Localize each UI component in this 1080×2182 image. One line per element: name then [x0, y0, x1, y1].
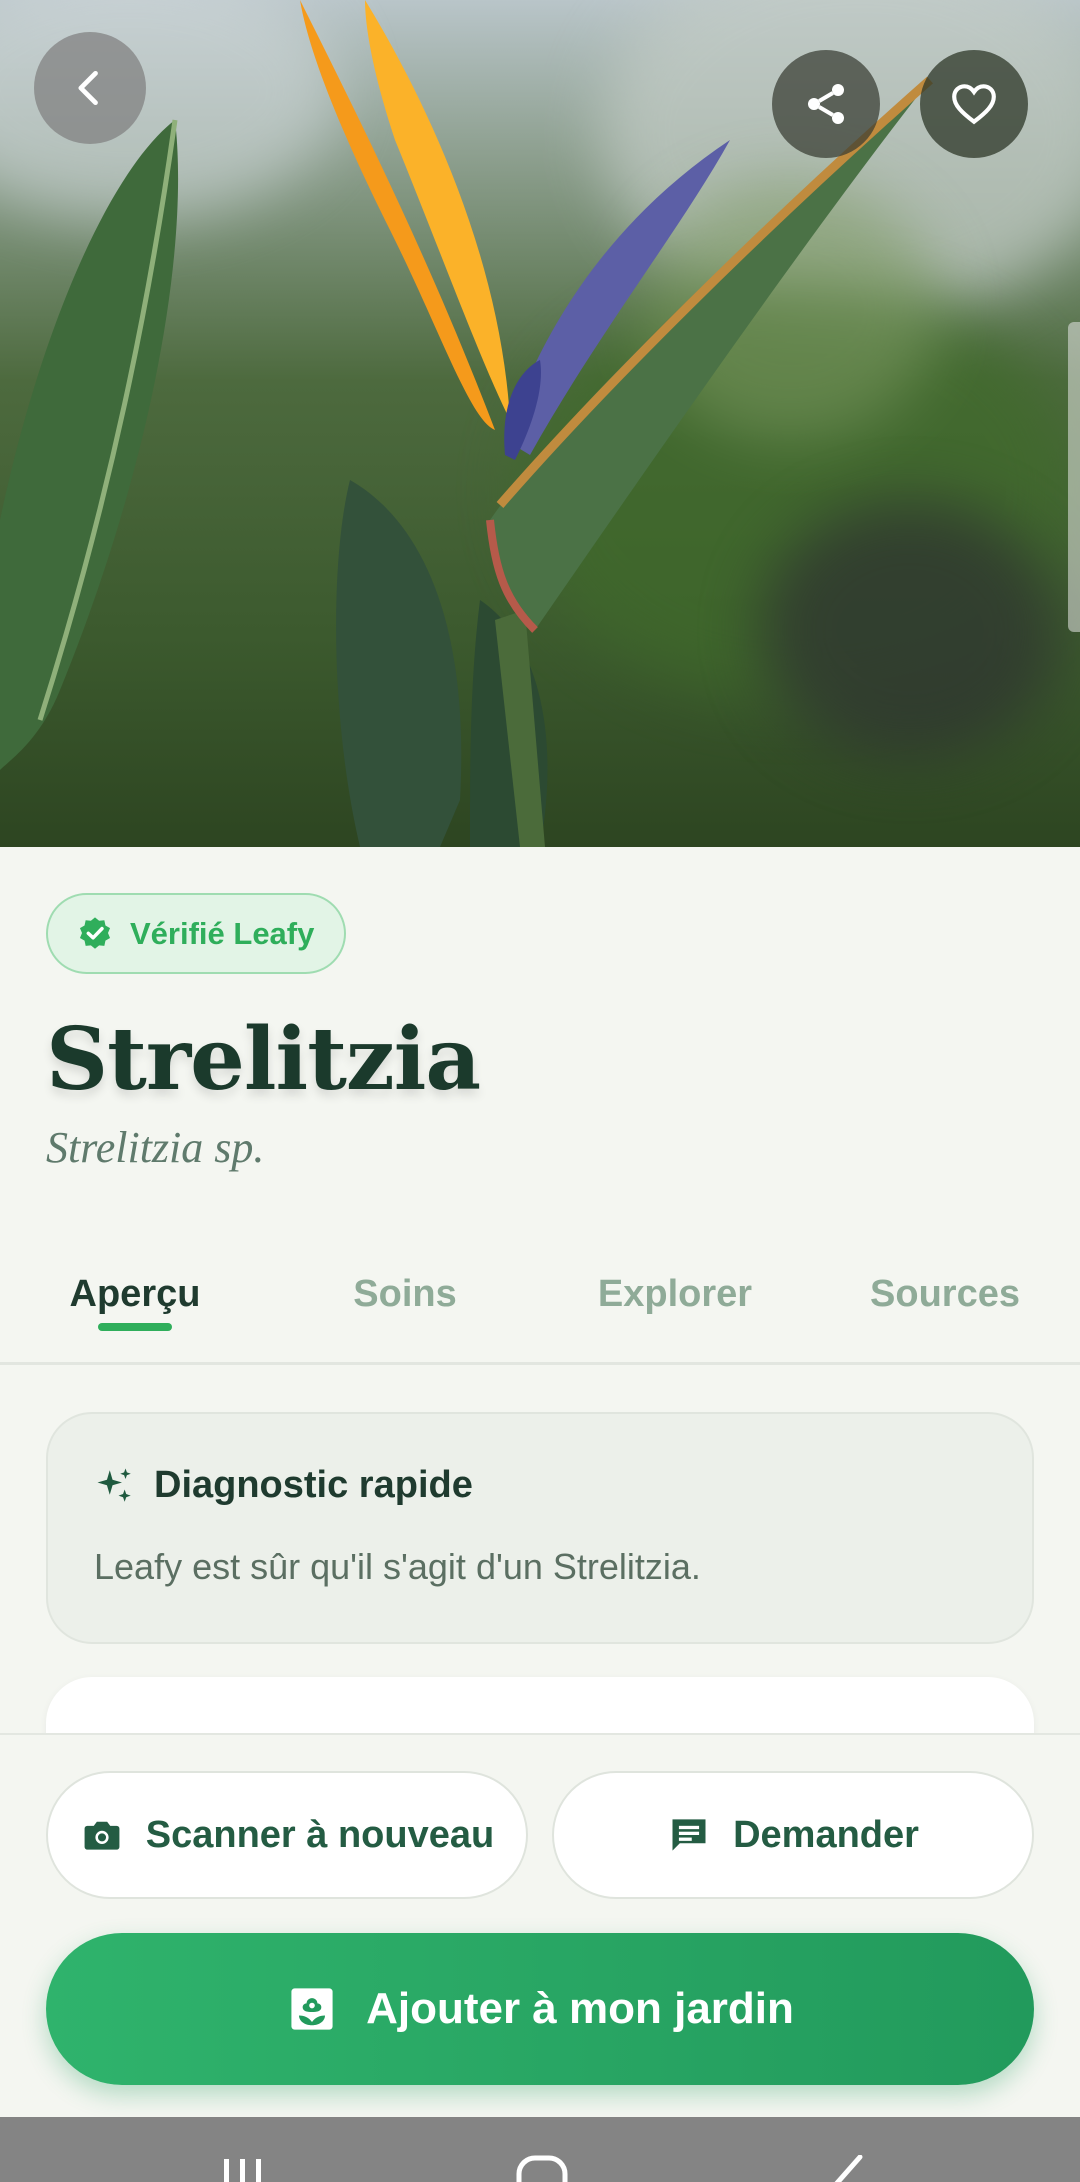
add-to-garden-label: Ajouter à mon jardin — [366, 1984, 794, 2033]
add-to-garden-button[interactable]: Ajouter à mon jardin — [46, 1933, 1034, 2085]
verified-badge-label: Vérifié Leafy — [130, 915, 315, 951]
action-sheet: Scanner à nouveau Demander Ajouter à mon… — [0, 1733, 1080, 2117]
diagnostic-title: Diagnostic rapide — [154, 1464, 473, 1506]
home-icon[interactable] — [516, 2155, 568, 2182]
plant-photo — [0, 0, 1080, 847]
share-button[interactable] — [772, 50, 880, 158]
scrollbar[interactable] — [1068, 322, 1080, 632]
camera-icon — [84, 1821, 120, 1850]
tab-sources[interactable]: Sources — [810, 1239, 1080, 1365]
quick-diagnostic-card: Diagnostic rapide Leafy est sûr qu'il s'… — [46, 1412, 1034, 1644]
scan-again-label: Scanner à nouveau — [145, 1813, 495, 1856]
diagnostic-text: Leafy est sûr qu'il s'agit d'un Strelitz… — [94, 1546, 701, 1587]
system-navigation-bar — [0, 2117, 1080, 2182]
tab-apercu[interactable]: Aperçu — [0, 1239, 270, 1365]
plant-name: Strelitzia — [46, 1009, 481, 1110]
sparkles-icon — [97, 1468, 131, 1502]
tab-bar: Aperçu Soins Explorer Sources — [0, 1239, 1080, 1365]
verified-badge: Vérifié Leafy — [46, 893, 347, 974]
plant-scientific-name: Strelitzia sp. — [46, 1123, 265, 1172]
share-icon — [808, 84, 844, 124]
favorite-button[interactable] — [920, 50, 1028, 158]
active-tab-indicator — [98, 1323, 172, 1331]
back-button[interactable] — [34, 32, 146, 144]
recents-icon[interactable] — [220, 2155, 266, 2182]
garden-add-icon — [291, 1988, 333, 2030]
scan-again-button[interactable]: Scanner à nouveau — [46, 1771, 528, 1899]
tab-explorer[interactable]: Explorer — [540, 1239, 810, 1365]
chat-icon — [672, 1819, 706, 1851]
back-icon[interactable] — [824, 2155, 868, 2182]
heart-outline-icon — [952, 84, 996, 125]
ask-button[interactable]: Demander — [552, 1771, 1034, 1899]
verified-check-icon — [79, 916, 111, 949]
chevron-left-icon — [78, 70, 98, 106]
ask-label: Demander — [733, 1813, 919, 1856]
tab-soins[interactable]: Soins — [270, 1239, 540, 1365]
